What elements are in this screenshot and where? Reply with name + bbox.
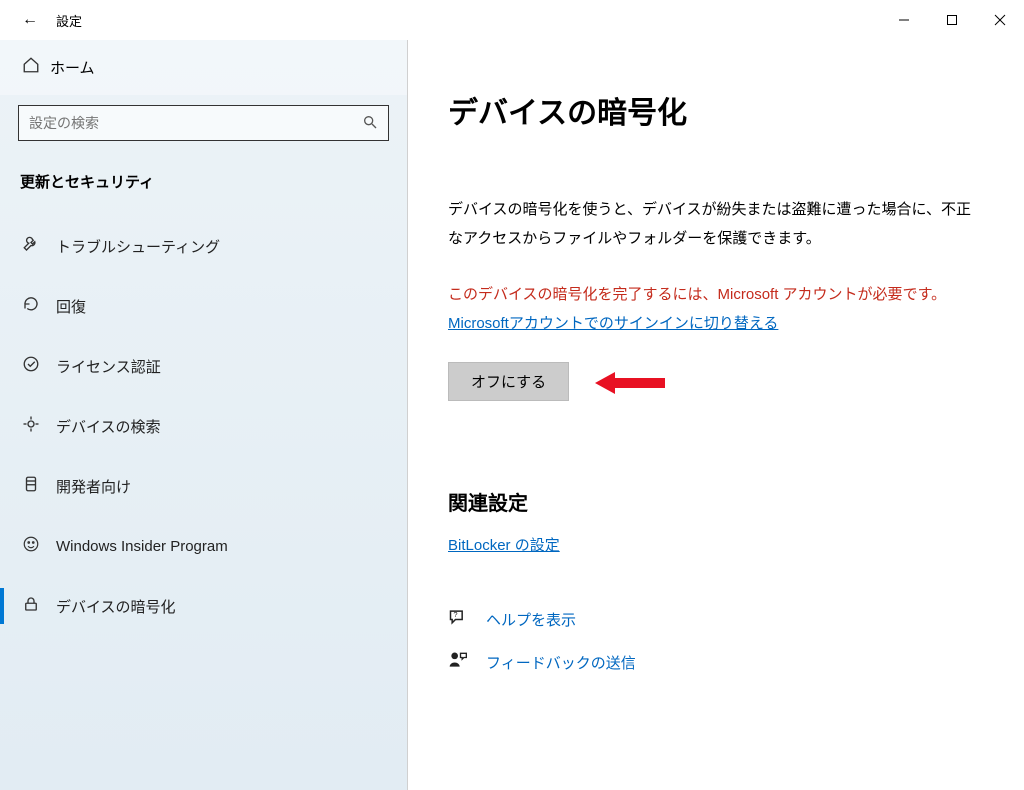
nav-label: 回復	[56, 296, 86, 317]
recovery-icon	[22, 295, 56, 318]
nav-label: トラブルシューティング	[56, 236, 220, 257]
encryption-description: デバイスの暗号化を使うと、デバイスが紛失または盗難に遭った場合に、不正なアクセス…	[448, 196, 984, 253]
ms-account-required: このデバイスの暗号化を完了するには、Microsoft アカウントが必要です。	[448, 281, 984, 310]
search-input[interactable]	[29, 115, 362, 131]
help-label: ヘルプを表示	[486, 609, 576, 630]
home-label: ホーム	[50, 57, 95, 78]
sidebar: ホーム 更新とセキュリティ トラブルシューティング	[0, 40, 408, 790]
lock-icon	[22, 595, 56, 618]
related-heading: 関連設定	[448, 487, 984, 516]
help-icon: ?	[448, 607, 486, 632]
svg-text:?: ?	[453, 610, 457, 619]
home-icon	[22, 56, 50, 79]
nav-troubleshoot[interactable]: トラブルシューティング	[0, 216, 407, 276]
turn-off-button[interactable]: オフにする	[448, 362, 569, 401]
nav-find-device[interactable]: デバイスの検索	[0, 396, 407, 456]
minimize-button[interactable]	[880, 0, 928, 40]
main-panel: デバイスの暗号化 デバイスの暗号化を使うと、デバイスが紛失または盗難に遭った場合…	[408, 40, 1024, 790]
nav-label: Windows Insider Program	[56, 538, 228, 555]
annotation-arrow	[595, 369, 665, 397]
switch-account-link[interactable]: Microsoftアカウントでのサインインに切り替える	[448, 310, 778, 339]
nav-insider[interactable]: Windows Insider Program	[0, 516, 407, 576]
nav-developer[interactable]: 開発者向け	[0, 456, 407, 516]
location-icon	[22, 415, 56, 438]
nav-label: デバイスの検索	[56, 416, 161, 437]
category-heading: 更新とセキュリティ	[0, 159, 407, 216]
bitlocker-link[interactable]: BitLocker の設定	[448, 532, 560, 561]
check-icon	[22, 355, 56, 378]
developer-icon	[22, 475, 56, 498]
search-box[interactable]	[18, 105, 389, 141]
feedback-label: フィードバックの送信	[486, 652, 636, 673]
nav-device-encryption[interactable]: デバイスの暗号化	[0, 576, 407, 636]
close-button[interactable]	[976, 0, 1024, 40]
maximize-button[interactable]	[928, 0, 976, 40]
insider-icon	[22, 535, 56, 558]
window-title: 設定	[56, 11, 82, 30]
nav-label: デバイスの暗号化	[56, 596, 176, 617]
search-icon	[362, 114, 378, 133]
nav-recovery[interactable]: 回復	[0, 276, 407, 336]
feedback-link[interactable]: フィードバックの送信	[448, 650, 984, 675]
nav-activation[interactable]: ライセンス認証	[0, 336, 407, 396]
wrench-icon	[22, 235, 56, 258]
back-button[interactable]: ←	[10, 11, 50, 29]
feedback-icon	[448, 650, 486, 675]
page-heading: デバイスの暗号化	[448, 88, 984, 132]
titlebar: ← 設定	[0, 0, 1024, 40]
window-controls	[880, 0, 1024, 40]
nav-label: ライセンス認証	[56, 356, 161, 377]
home-nav[interactable]: ホーム	[0, 40, 407, 95]
nav-label: 開発者向け	[56, 476, 131, 497]
help-link[interactable]: ? ヘルプを表示	[448, 607, 984, 632]
